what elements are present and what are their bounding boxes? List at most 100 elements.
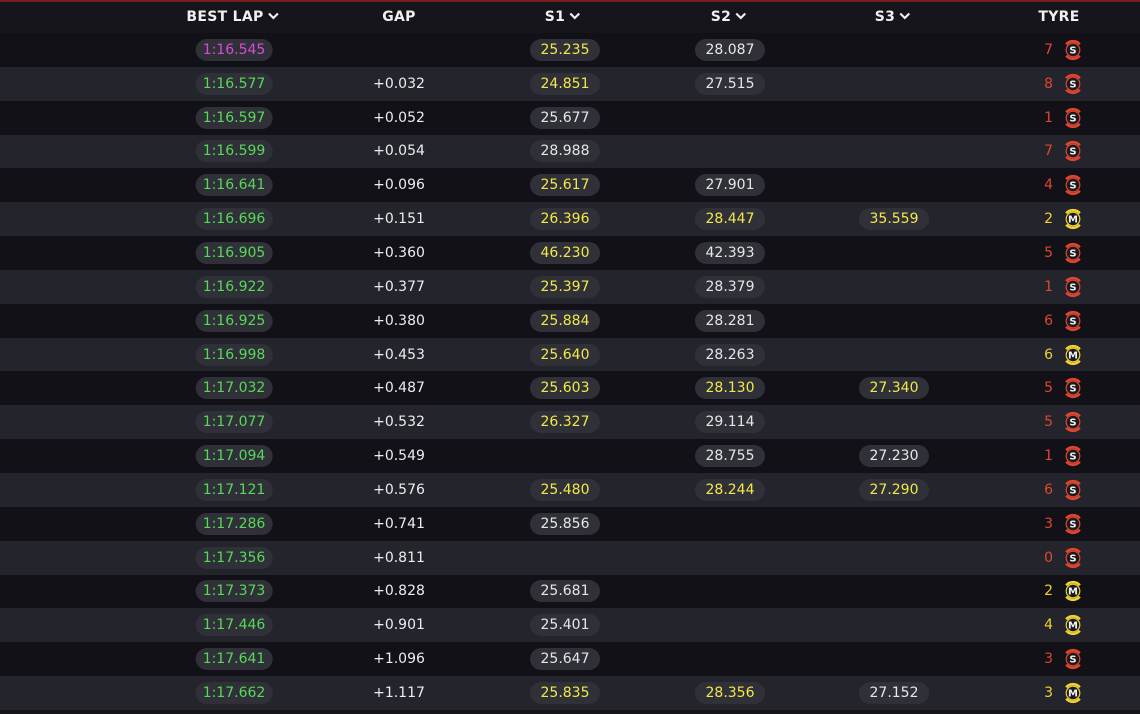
tyre-laps-count: 4 — [1044, 617, 1053, 634]
soft-tyre-icon: S — [1061, 38, 1085, 62]
gap-value: +0.360 — [373, 244, 425, 261]
svg-text:M: M — [1068, 689, 1078, 700]
table-row[interactable]: 1:16.641 +0.096 25.617 27.901 4 S — [0, 168, 1140, 203]
best-lap-time: 1:16.696 — [195, 208, 273, 231]
gap-value: +1.117 — [373, 684, 425, 701]
tyre-laps-count: 2 — [1044, 211, 1053, 228]
chevron-down-icon — [735, 12, 747, 20]
s1-time: 26.327 — [530, 411, 600, 434]
gap-value: +0.032 — [373, 75, 425, 92]
svg-text:M: M — [1068, 215, 1078, 226]
svg-text:S: S — [1069, 113, 1076, 124]
s2-time: 28.356 — [695, 681, 765, 704]
table-row[interactable]: 1:16.599 +0.054 28.988 7 S — [0, 134, 1140, 169]
soft-tyre-icon: S — [1061, 139, 1085, 163]
s3-time: 27.230 — [859, 445, 929, 468]
table-row[interactable]: 1:17.662 +1.117 25.835 28.356 27.152 3 M — [0, 676, 1140, 710]
table-row[interactable]: 1:16.905 +0.360 46.230 42.393 5 S — [0, 236, 1140, 270]
table-header: BEST LAP GAP S1 S2 S3 TYRE — [0, 2, 1140, 33]
svg-text:S: S — [1069, 519, 1076, 530]
table-row[interactable]: 1:16.925 +0.380 25.884 28.281 6 S — [0, 303, 1140, 338]
table-row[interactable]: 1:17.032 +0.487 25.603 28.130 27.340 5 S — [0, 371, 1140, 406]
medium-tyre-icon: M — [1061, 207, 1085, 231]
svg-text:S: S — [1069, 46, 1076, 57]
best-lap-time: 1:16.925 — [195, 309, 273, 332]
column-header-s1[interactable]: S1 — [545, 2, 581, 33]
table-row[interactable]: 1:17.286 +0.741 25.856 3 S — [0, 506, 1140, 541]
s1-time: 25.677 — [530, 106, 600, 129]
soft-tyre-icon: S — [1061, 478, 1085, 502]
s1-time: 25.235 — [530, 38, 600, 61]
tyre-laps-count: 2 — [1044, 583, 1053, 600]
s2-time: 28.447 — [695, 208, 765, 231]
chevron-down-icon — [899, 12, 911, 20]
soft-tyre-icon: S — [1061, 376, 1085, 400]
soft-tyre-icon: S — [1061, 444, 1085, 468]
table-row[interactable]: 1:16.922 +0.377 25.397 28.379 1 S — [0, 269, 1140, 304]
soft-tyre-icon: S — [1061, 546, 1085, 570]
soft-tyre-icon: S — [1061, 410, 1085, 434]
chevron-down-icon — [569, 12, 581, 20]
medium-tyre-icon: M — [1061, 613, 1085, 637]
table-row[interactable]: 1:17.094 +0.549 28.755 27.230 1 S — [0, 439, 1140, 473]
soft-tyre-icon: S — [1061, 72, 1085, 96]
s1-time: 25.681 — [530, 580, 600, 603]
gap-value: +0.828 — [373, 583, 425, 600]
gap-value: +1.096 — [373, 651, 425, 668]
column-header-gap-label: GAP — [382, 9, 416, 25]
gap-value: +0.377 — [373, 278, 425, 295]
best-lap-time: 1:17.641 — [195, 648, 273, 671]
tyre-laps-count: 7 — [1044, 41, 1053, 58]
column-header-best-lap-label: BEST LAP — [186, 9, 264, 25]
table-row[interactable]: 1:16.597 +0.052 25.677 1 S — [0, 100, 1140, 135]
soft-tyre-icon: S — [1061, 173, 1085, 197]
table-row[interactable]: 1:17.641 +1.096 25.647 3 S — [0, 642, 1140, 677]
tyre-laps-count: 5 — [1044, 414, 1053, 431]
s2-time: 28.281 — [695, 309, 765, 332]
tyre-laps-count: 6 — [1044, 346, 1053, 363]
table-row[interactable]: 1:16.998 +0.453 25.640 28.263 6 M — [0, 337, 1140, 372]
s1-time: 25.835 — [530, 681, 600, 704]
best-lap-time: 1:16.577 — [195, 72, 273, 95]
gap-value: +0.741 — [373, 515, 425, 532]
best-lap-time: 1:16.905 — [195, 241, 273, 264]
column-header-s2[interactable]: S2 — [711, 2, 747, 33]
table-row[interactable]: 1:17.446 +0.901 25.401 4 M — [0, 608, 1140, 643]
best-lap-time: 1:16.922 — [195, 275, 273, 298]
s1-time: 26.396 — [530, 208, 600, 231]
s3-time: 27.340 — [859, 377, 929, 400]
table-row[interactable]: 1:16.577 +0.032 24.851 27.515 8 S — [0, 66, 1140, 101]
s2-time: 28.755 — [695, 445, 765, 468]
column-header-s3-label: S3 — [874, 9, 896, 25]
table-row[interactable]: 1:16.545 25.235 28.087 7 S — [0, 33, 1140, 67]
soft-tyre-icon: S — [1061, 275, 1085, 299]
tyre-laps-count: 6 — [1044, 481, 1053, 498]
soft-tyre-icon: S — [1061, 309, 1085, 333]
s2-time: 29.114 — [695, 411, 765, 434]
table-row[interactable]: 1:16.696 +0.151 26.396 28.447 35.559 2 M — [0, 202, 1140, 237]
s2-time: 28.244 — [695, 478, 765, 501]
svg-text:S: S — [1069, 147, 1076, 158]
svg-text:S: S — [1069, 384, 1076, 395]
svg-text:M: M — [1068, 350, 1078, 361]
column-header-tyre[interactable]: TYRE — [1038, 2, 1079, 33]
best-lap-time: 1:16.998 — [195, 343, 273, 366]
svg-text:S: S — [1069, 452, 1076, 463]
svg-text:S: S — [1069, 316, 1076, 327]
table-row[interactable]: 1:17.373 +0.828 25.681 2 M — [0, 574, 1140, 609]
gap-value: +0.453 — [373, 346, 425, 363]
column-header-s3[interactable]: S3 — [875, 2, 911, 33]
s3-time: 27.152 — [859, 681, 929, 704]
table-row[interactable]: 1:17.356 +0.811 0 S — [0, 540, 1140, 575]
svg-text:S: S — [1069, 79, 1076, 90]
gap-value: +0.487 — [373, 380, 425, 397]
best-lap-time: 1:17.373 — [195, 580, 273, 603]
svg-text:S: S — [1069, 418, 1076, 429]
table-row[interactable]: 1:17.121 +0.576 25.480 28.244 27.290 6 S — [0, 472, 1140, 507]
tyre-laps-count: 4 — [1044, 177, 1053, 194]
column-header-gap[interactable]: GAP — [382, 2, 416, 33]
s2-time: 28.263 — [695, 343, 765, 366]
table-row[interactable]: 1:17.077 +0.532 26.327 29.114 5 S — [0, 405, 1140, 440]
s2-time: 42.393 — [695, 241, 765, 264]
column-header-best-lap[interactable]: BEST LAP — [186, 2, 279, 33]
